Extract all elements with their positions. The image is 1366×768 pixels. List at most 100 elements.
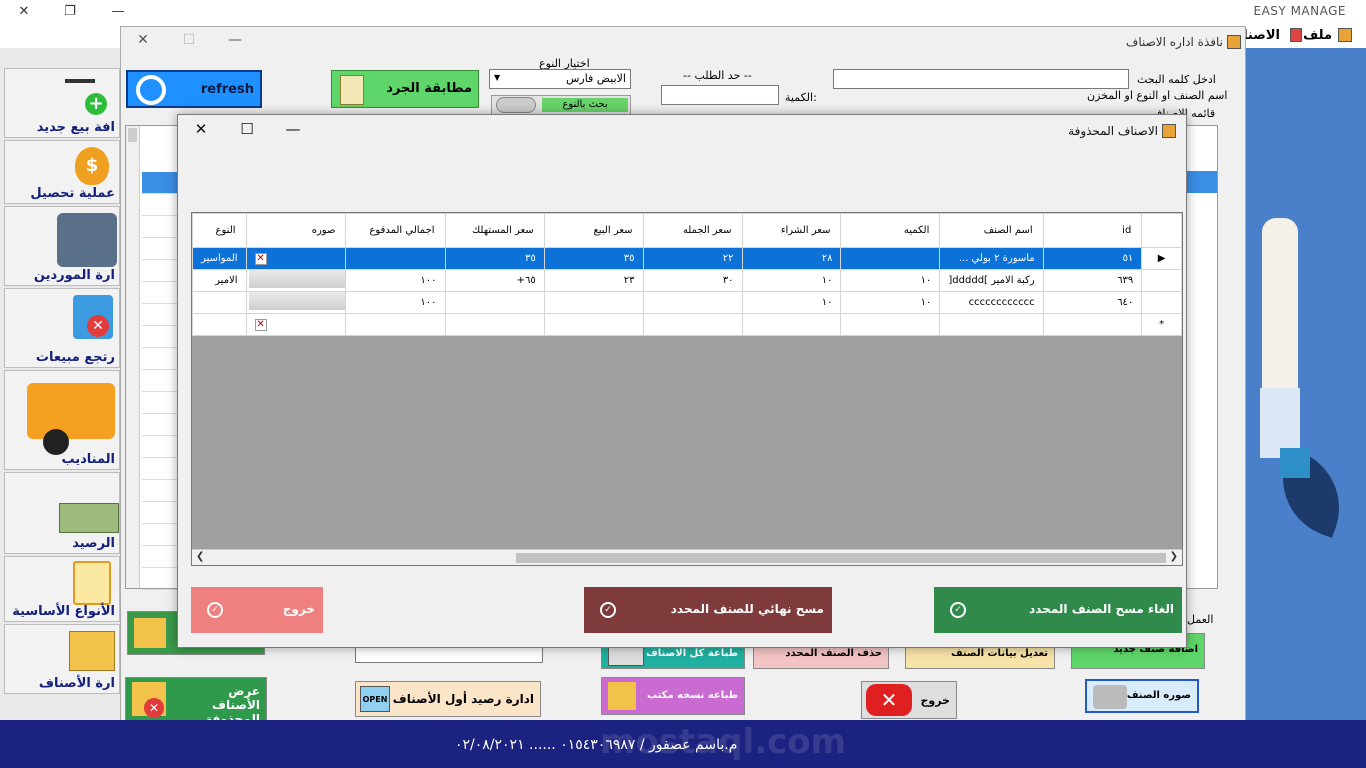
cell-sell-price[interactable]: ٣٥ bbox=[543, 247, 644, 270]
refresh-button[interactable]: refresh bbox=[126, 70, 262, 108]
cell-type[interactable] bbox=[192, 291, 247, 314]
cell-buy-price[interactable]: ٢٨ bbox=[741, 247, 842, 270]
cell-name[interactable]: ركبة الامير ]ddddd[ bbox=[939, 269, 1044, 292]
sidebar-item-basic-types[interactable]: الأنواع الأساسية bbox=[4, 556, 120, 622]
scrollbar-thumb[interactable] bbox=[516, 553, 1166, 563]
column-header[interactable]: سعر الجمله bbox=[642, 213, 743, 248]
cell-total-paid[interactable]: ١٠٠ bbox=[345, 269, 446, 292]
app-menu-icon[interactable] bbox=[1338, 28, 1352, 42]
sidebar-item-balance[interactable]: الرصيد bbox=[4, 472, 120, 554]
sidebar-item-delegates[interactable]: المناديب bbox=[4, 370, 120, 470]
cell-consumer-price[interactable]: ٣٥ bbox=[444, 247, 545, 270]
column-header[interactable]: اجمالي المدفوع bbox=[345, 213, 446, 248]
quantity-input[interactable] bbox=[661, 85, 779, 105]
cell-total-paid[interactable] bbox=[345, 247, 446, 270]
cell-name[interactable]: ماسورة ٢ بولي ... bbox=[939, 247, 1044, 270]
cell-consumer-price[interactable] bbox=[444, 313, 545, 336]
cell-wholesale-price[interactable]: ٢٢ bbox=[642, 247, 743, 270]
vertical-scrollbar[interactable] bbox=[126, 126, 140, 588]
cell-wholesale-price[interactable]: ٣٠ bbox=[642, 269, 743, 292]
row-selector[interactable] bbox=[1141, 291, 1182, 314]
cell-buy-price[interactable] bbox=[741, 313, 842, 336]
cell-consumer-price[interactable]: ٦٥+ bbox=[444, 269, 545, 292]
cell-wholesale-price[interactable] bbox=[642, 291, 743, 314]
inventory-match-button[interactable]: مطابقة الجرد bbox=[331, 70, 479, 108]
cell-sell-price[interactable] bbox=[543, 291, 644, 314]
cell-image[interactable]: ✕ bbox=[245, 247, 347, 270]
sidebar-item-items-admin[interactable]: ارة الأصناف bbox=[4, 624, 120, 694]
minimize-icon[interactable]: — bbox=[108, 2, 128, 22]
sidebar-item-sales-return[interactable]: ✕ رتجع مبيعات bbox=[4, 288, 120, 368]
cell-type[interactable]: الامير bbox=[192, 269, 247, 292]
restore-icon[interactable]: ❐ bbox=[60, 2, 80, 22]
cell-qty[interactable]: ١٠ bbox=[840, 291, 941, 314]
exit-button[interactable]: ✕ خروج bbox=[861, 681, 957, 719]
menu-file[interactable]: ملف bbox=[1303, 28, 1332, 43]
column-header[interactable]: النوع bbox=[192, 213, 247, 248]
cell-total-paid[interactable]: ١٠٠ bbox=[345, 291, 446, 314]
cell-id[interactable] bbox=[1042, 313, 1143, 336]
cell-qty[interactable] bbox=[840, 247, 941, 270]
cell-total-paid[interactable] bbox=[345, 313, 446, 336]
undo-delete-button[interactable]: ✓ الغاء مسح الصنف المحدد bbox=[934, 587, 1182, 633]
column-header[interactable]: سعر الشراء bbox=[741, 213, 842, 248]
table-row[interactable]: ▶ ٥١ ماسورة ٢ بولي ... ٢٨ ٢٢ ٣٥ ٣٥ ✕ الم… bbox=[192, 247, 1182, 270]
window-app-icon bbox=[1227, 35, 1241, 49]
new-row-marker[interactable]: * bbox=[1141, 313, 1182, 336]
horizontal-scrollbar[interactable]: ❮ ❯ bbox=[192, 549, 1182, 565]
sidebar-item-collection[interactable]: $ عملية تحصيل bbox=[4, 140, 120, 204]
maximize-icon[interactable]: ☐ bbox=[234, 120, 260, 138]
close-icon[interactable]: ✕ bbox=[14, 2, 34, 22]
item-photo-button[interactable]: صوره الصنف bbox=[1085, 679, 1199, 713]
cell-sell-price[interactable] bbox=[543, 313, 644, 336]
print-office-copy-button[interactable]: طباعه نسخه مكتب bbox=[601, 677, 745, 715]
sidebar-item-suppliers[interactable]: ارة الموردين bbox=[4, 206, 120, 286]
maximize-icon[interactable]: ☐ bbox=[179, 32, 199, 48]
cell-image[interactable]: ✕ bbox=[245, 313, 347, 336]
table-row-new[interactable]: * ✕ bbox=[192, 313, 1182, 336]
table-row[interactable]: ٦٣٩ ركبة الامير ]ddddd[ ١٠ ١٠ ٣٠ ٢٣ ٦٥+ … bbox=[192, 269, 1182, 292]
cell-sell-price[interactable]: ٢٣ bbox=[543, 269, 644, 292]
sidebar-item-new-sale[interactable]: + افة بيع جديد bbox=[4, 68, 120, 138]
cell-consumer-price[interactable] bbox=[444, 291, 545, 314]
row-selector[interactable] bbox=[1141, 269, 1182, 292]
cell-type[interactable] bbox=[192, 313, 247, 336]
row-selector-arrow-icon[interactable]: ▶ bbox=[1141, 247, 1182, 270]
minimize-icon[interactable]: — bbox=[225, 32, 245, 48]
column-header[interactable]: سعر البيع bbox=[543, 213, 644, 248]
column-header[interactable]: اسم الصنف bbox=[939, 213, 1044, 248]
cell-image[interactable] bbox=[245, 269, 347, 292]
scroll-right-icon[interactable]: ❯ bbox=[1170, 551, 1178, 562]
deleted-items-grid[interactable]: id اسم الصنف الكميه سعر الشراء سعر الجمل… bbox=[191, 212, 1183, 566]
search-by-type-toggle[interactable]: بحث بالنوع bbox=[491, 95, 631, 115]
cell-wholesale-price[interactable] bbox=[642, 313, 743, 336]
cell-name[interactable] bbox=[939, 313, 1044, 336]
close-icon[interactable]: ✕ bbox=[188, 120, 214, 138]
opening-balance-button[interactable]: OPEN ادارة رصيد أول الأصناف bbox=[355, 681, 541, 717]
cell-buy-price[interactable]: ١٠ bbox=[741, 269, 842, 292]
scroll-left-icon[interactable]: ❮ bbox=[196, 551, 204, 562]
cell-image[interactable] bbox=[245, 291, 347, 314]
column-header[interactable]: صوره bbox=[245, 213, 347, 248]
cell-qty[interactable] bbox=[840, 313, 941, 336]
cell-buy-price[interactable]: ١٠ bbox=[741, 291, 842, 314]
close-icon[interactable]: ✕ bbox=[133, 32, 153, 48]
cell-id[interactable]: ٦٤٠ bbox=[1042, 291, 1143, 314]
cell-type[interactable]: المواسير bbox=[192, 247, 247, 270]
cell-id[interactable]: ٦٣٩ bbox=[1042, 269, 1143, 292]
cell-qty[interactable]: ١٠ bbox=[840, 269, 941, 292]
column-header[interactable]: id bbox=[1042, 213, 1143, 248]
type-select[interactable]: ▼ الابيض فارس bbox=[489, 69, 631, 89]
table-row[interactable]: ٦٤٠ cccccccccccc ١٠ ١٠ ١٠٠ bbox=[192, 291, 1182, 314]
cart-add-icon: + bbox=[55, 75, 107, 115]
search-input[interactable] bbox=[833, 69, 1129, 89]
column-header[interactable]: الكميه bbox=[840, 213, 941, 248]
cell-name[interactable]: cccccccccccc bbox=[939, 291, 1044, 314]
minimize-icon[interactable]: — bbox=[280, 120, 306, 138]
column-header[interactable]: سعر المستهلك bbox=[444, 213, 545, 248]
cell-id[interactable]: ٥١ bbox=[1042, 247, 1143, 270]
show-deleted-items-button[interactable]: ✕ عرض الأصناف المحذوفة bbox=[125, 677, 267, 726]
dialog-exit-button[interactable]: ✓ خروج bbox=[191, 587, 323, 633]
delete-permanently-button[interactable]: ✓ مسح نهائي للصنف المحدد bbox=[584, 587, 832, 633]
menu-items[interactable]: الاصنا bbox=[1243, 28, 1280, 43]
